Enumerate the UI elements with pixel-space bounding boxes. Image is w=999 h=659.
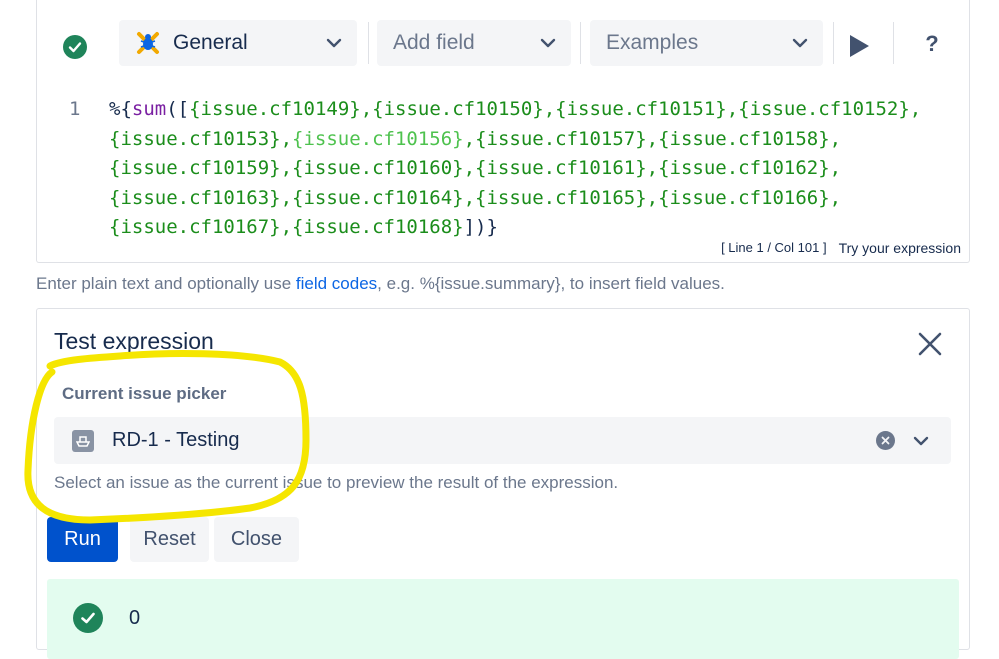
chevron-down-icon[interactable] — [911, 431, 931, 451]
picker-helper-text: Select an issue as the current issue to … — [54, 473, 619, 492]
check-circle-icon — [63, 35, 87, 59]
try-expression-link[interactable]: Try your expression — [839, 240, 961, 256]
add-field-select[interactable]: Add field — [377, 20, 571, 66]
issue-picker-label: Current issue picker — [62, 384, 227, 403]
issue-picker[interactable]: RD-1 - Testing — [54, 417, 951, 464]
code-highlighted-field: {issue.cf10156} — [292, 127, 464, 150]
editor-toolbar: General Add field Examples ? — [37, 18, 969, 70]
issue-type-icon — [72, 429, 94, 452]
help-button[interactable]: ? — [920, 31, 944, 61]
toolbar-divider — [893, 22, 894, 64]
parser-select[interactable]: General — [119, 20, 357, 66]
selected-issue: RD-1 - Testing — [112, 429, 240, 451]
editor-status: [ Line 1 / Col 101 ] Try your expression — [721, 240, 961, 256]
code-close: ])} — [463, 216, 498, 238]
run-button[interactable]: Run — [47, 517, 118, 562]
add-field-label: Add field — [393, 31, 475, 54]
code-open: ([ — [166, 98, 190, 120]
field-codes-link[interactable]: field codes — [296, 274, 377, 293]
play-icon[interactable] — [845, 32, 873, 60]
check-circle-icon — [73, 603, 103, 633]
toolbar-divider — [368, 22, 369, 64]
bug-icon — [135, 30, 161, 56]
close-button[interactable]: Close — [214, 517, 299, 562]
expression-code: %{sum([{issue.cf10149},{issue.cf10150},{… — [109, 95, 921, 243]
examples-label: Examples — [606, 31, 699, 54]
close-icon[interactable] — [917, 331, 943, 357]
code-prefix: %{ — [109, 98, 132, 120]
result-box: 0 — [47, 579, 959, 659]
code-function: sum — [131, 98, 167, 120]
panel-title: Test expression — [54, 328, 214, 354]
chevron-down-icon — [791, 34, 809, 52]
chevron-down-icon — [539, 34, 557, 52]
toolbar-divider — [580, 22, 581, 64]
expression-editor: General Add field Examples ? 1 %{sum([{i… — [36, 0, 970, 263]
reset-button[interactable]: Reset — [130, 517, 209, 562]
parser-select-label: General — [173, 31, 248, 54]
result-value: 0 — [129, 607, 141, 629]
cursor-position: [ Line 1 / Col 101 ] — [721, 240, 827, 255]
clear-icon[interactable] — [876, 431, 895, 450]
line-number: 1 — [69, 98, 81, 120]
examples-select[interactable]: Examples — [590, 20, 823, 66]
hint-text-after: , e.g. %{issue.summary}, to insert field… — [377, 274, 725, 293]
chevron-down-icon — [325, 34, 343, 52]
test-expression-panel: Test expression Current issue picker RD-… — [36, 308, 970, 659]
editor-hint: Enter plain text and optionally use fiel… — [36, 274, 725, 294]
hint-text-before: Enter plain text and optionally use — [36, 274, 296, 293]
toolbar-divider — [833, 22, 834, 64]
